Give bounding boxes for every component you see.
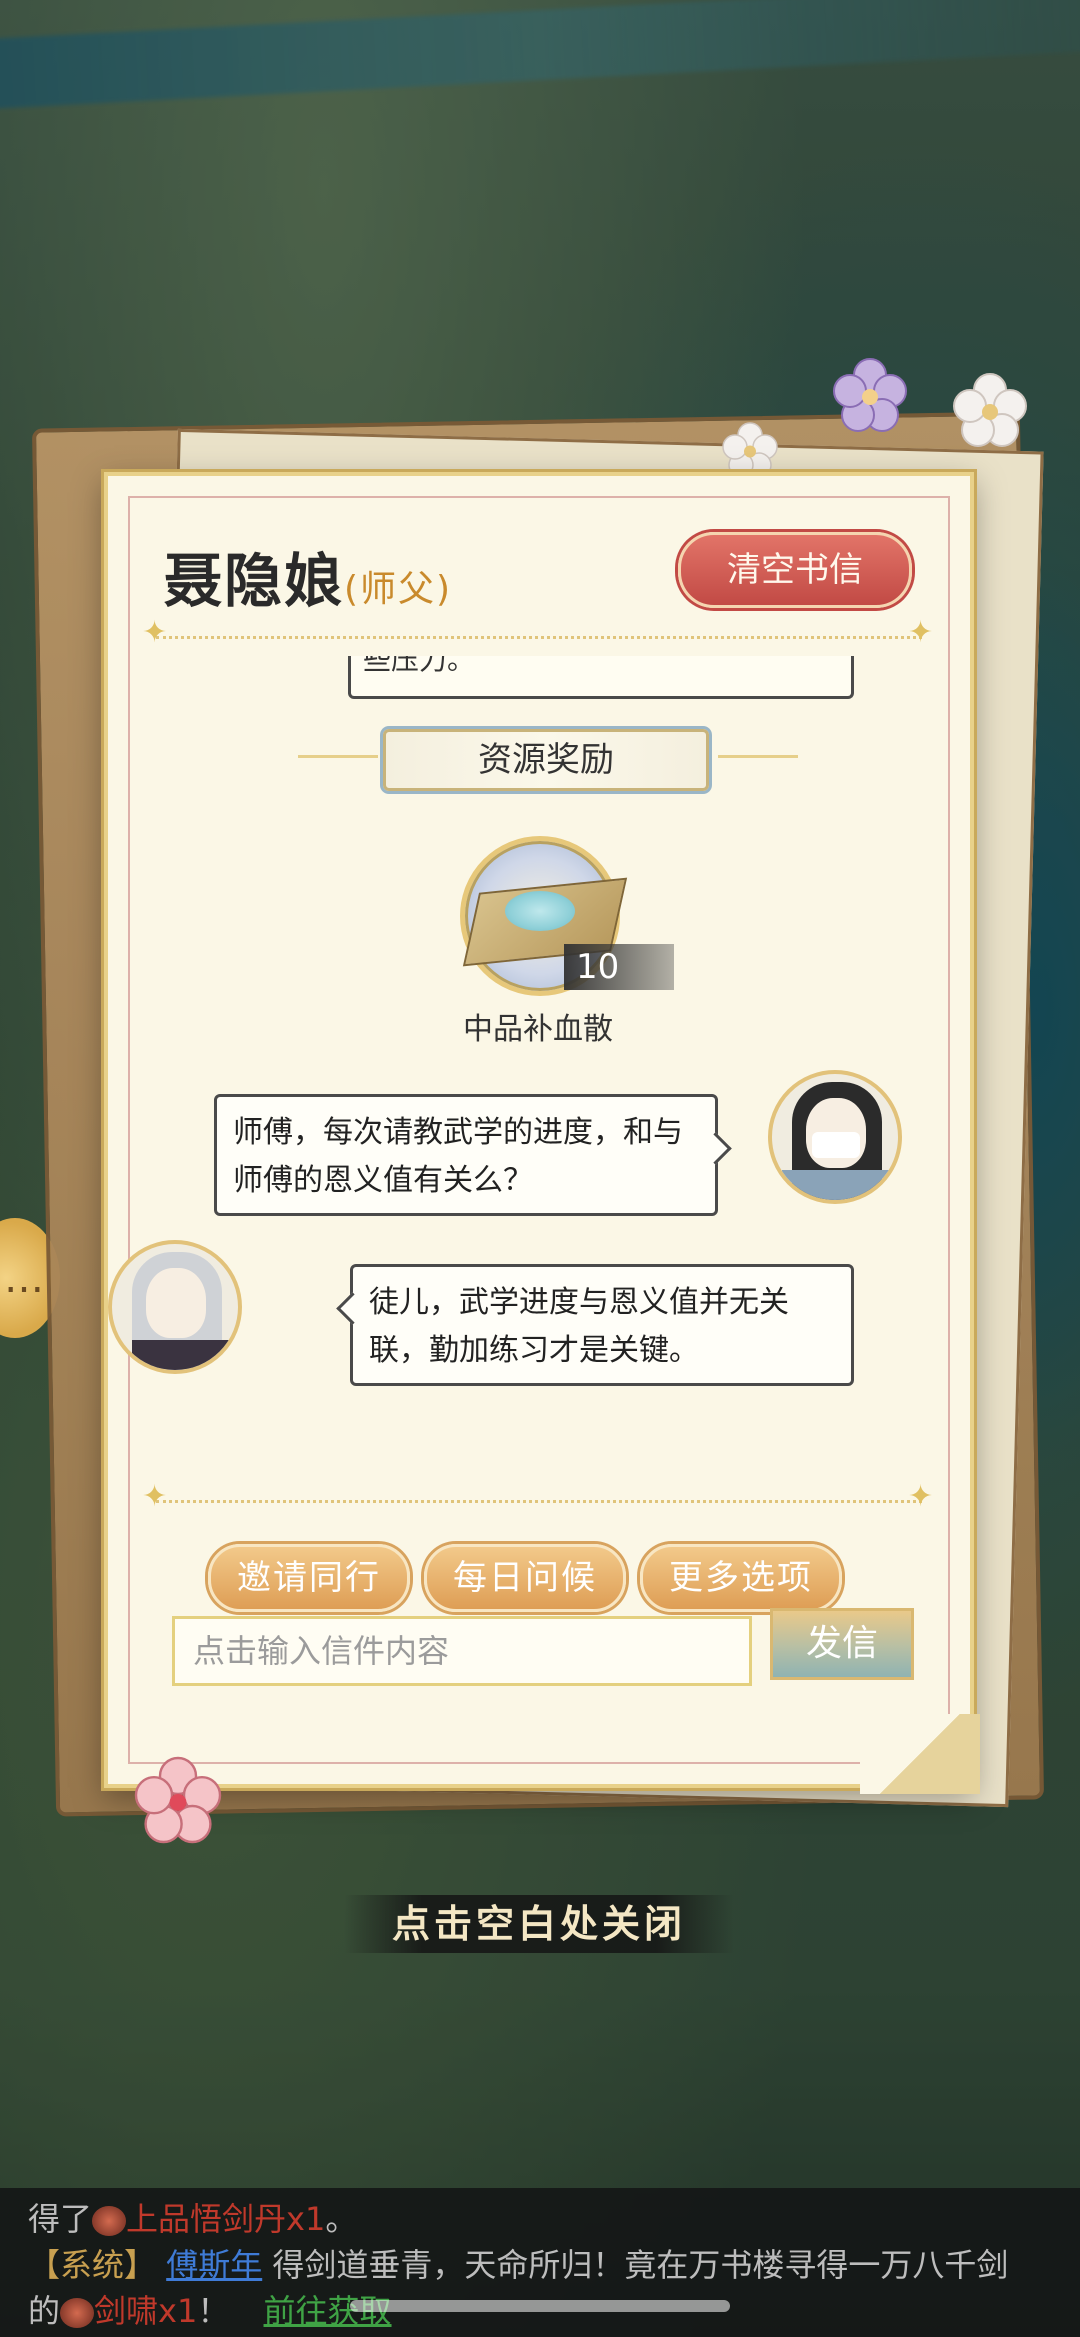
close-hint[interactable]: 点击空白处关闭 (344, 1895, 734, 1953)
pink-blossom-icon (134, 1756, 222, 1844)
screen[interactable]: … 聂隐娘(师父) 清空书信 ✦ ✦ 些压力。 资源奖励 10 中品补血散 师傅… (0, 0, 1080, 2337)
sword-item-icon (60, 2298, 95, 2328)
more-options-button[interactable]: 更多选项 (640, 1544, 842, 1612)
chat-line: 【系统】 傅斯年 得剑道垂青，天命所归！竟在万书楼寻得一万八千剑 (28, 2246, 1009, 2284)
banner-line-right (718, 755, 798, 758)
letter-panel: 聂隐娘(师父) 清空书信 ✦ ✦ 些压力。 资源奖励 10 中品补血散 师傅，每… (104, 472, 980, 1794)
correspondent-role: (师父) (344, 569, 453, 610)
sparkle-icon: ✦ (908, 1479, 934, 1514)
top-divider: ✦ ✦ (142, 618, 933, 648)
world-chat-bar[interactable]: 得了 上品悟剑丹x1。 【系统】 傅斯年 得剑道垂青，天命所归！竟在万书楼寻得一万… (0, 2188, 1080, 2337)
correspondent-name: 聂隐娘 (164, 547, 345, 615)
sparkle-icon: ✦ (142, 615, 168, 650)
bottom-divider: ✦ ✦ (142, 1482, 933, 1512)
chat-item-name: 剑啸x1 (94, 2292, 198, 2330)
chat-item-name: 上品悟剑丹x1 (126, 2200, 326, 2238)
reward-item-count: 10 (564, 944, 674, 990)
previous-message-bubble: 些压力。 (348, 656, 854, 699)
clear-letters-button[interactable]: 清空书信 (678, 532, 912, 608)
pill-icon (92, 2206, 127, 2236)
daily-greeting-button[interactable]: 每日问候 (424, 1544, 626, 1612)
disciple-message-text: 师傅，每次请教武学的进度，和与师傅的恩义值有关么？ (233, 1115, 683, 1198)
invite-travel-button[interactable]: 邀请同行 (208, 1544, 410, 1612)
plum-blossom-icon (953, 373, 1027, 447)
disciple-message-bubble: 师傅，每次请教武学的进度，和与师傅的恩义值有关么？ (214, 1094, 732, 1216)
chat-line: 得了 上品悟剑丹x1。 (28, 2200, 358, 2238)
disciple-avatar[interactable] (768, 1070, 902, 1204)
master-message-bubble: 徒儿，武学进度与恩义值并无关联，勤加练习才是关键。 (336, 1264, 854, 1386)
sparkle-icon: ✦ (142, 1479, 168, 1514)
reward-header: 资源奖励 (383, 729, 709, 791)
master-avatar[interactable] (108, 1240, 242, 1374)
plum-blossom-icon (833, 358, 907, 432)
home-indicator[interactable] (350, 2300, 730, 2312)
plum-blossom-icon (722, 422, 778, 478)
letter-input[interactable]: 点击输入信件内容 (172, 1616, 752, 1686)
sparkle-icon: ✦ (908, 615, 934, 650)
banner-line-left (298, 755, 378, 758)
system-tag: 【系统】 (28, 2246, 157, 2284)
player-link[interactable]: 傅斯年 (166, 2246, 262, 2284)
master-message-text: 徒儿，武学进度与恩义值并无关联，勤加练习才是关键。 (369, 1285, 789, 1368)
reward-item-name: 中品补血散 (463, 1012, 613, 1047)
page-corner-fold (860, 1714, 980, 1794)
letter-title: 聂隐娘(师父) (164, 534, 452, 618)
send-letter-button[interactable]: 发信 (770, 1608, 914, 1680)
